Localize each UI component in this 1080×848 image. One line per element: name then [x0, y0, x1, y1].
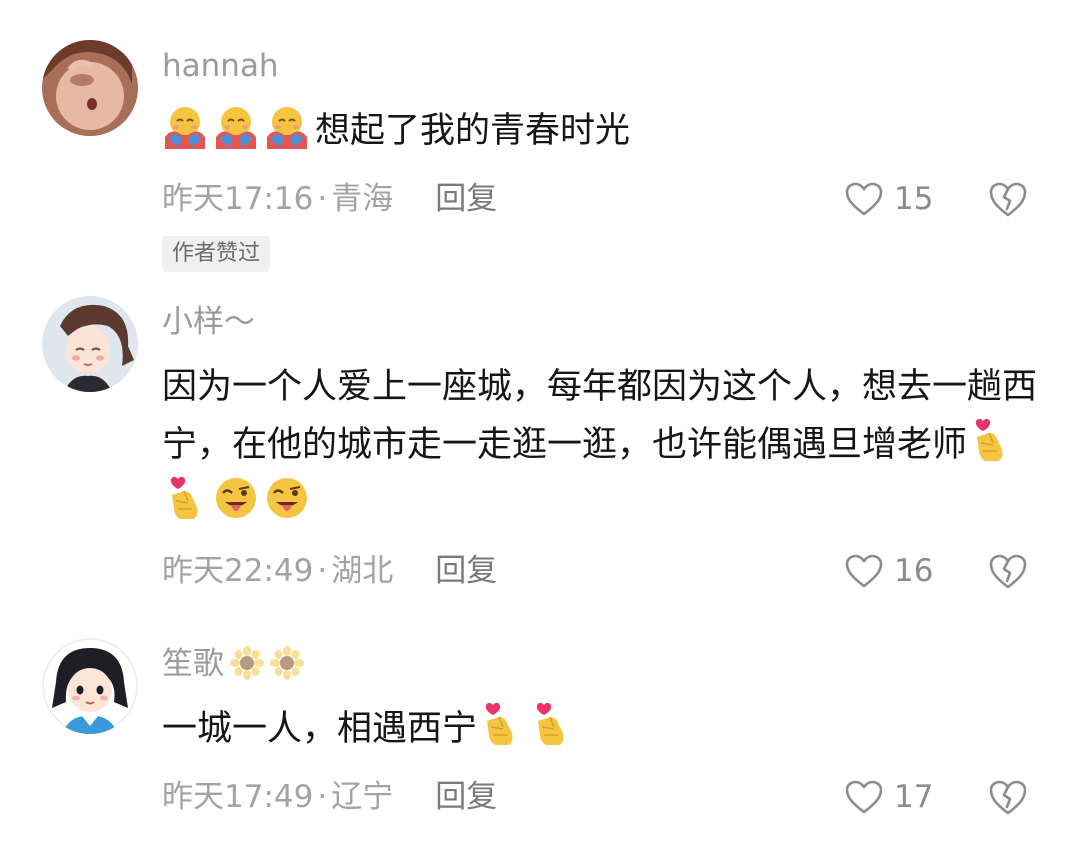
smiling-face-with-open-hands-icon [264, 103, 310, 149]
comment-body: 笙歌 一城一人，相遇西宁 昨天17:49 · 辽宁 回复 17 [162, 644, 1042, 822]
finger-heart-icon [528, 701, 574, 747]
location: 辽宁 [331, 779, 394, 815]
heart-icon [845, 182, 883, 216]
sunflower-icon [230, 646, 264, 680]
comment-body: 小样～ 因为一个人爱上一座城，每年都因为这个人，想去一趟西宁，在他的城市走一走逛… [162, 302, 1042, 596]
finger-heart-icon [162, 475, 208, 521]
comment-text: 一城一人，相遇西宁 [162, 700, 1042, 758]
comment-text-body: 因为一个人爱上一座城，每年都因为这个人，想去一趟西宁，在他的城市走一走逛一逛，也… [162, 367, 1038, 465]
heart-icon [845, 780, 883, 814]
avatar[interactable] [42, 296, 138, 392]
winking-face-with-tongue-icon [213, 475, 259, 521]
comment-body: hannah 想起了我的青春时光 昨天17:16 · 青海 回复 15 作者赞过 [162, 46, 1042, 272]
reply-button[interactable]: 回复 [435, 174, 497, 224]
username[interactable]: 笙歌 [162, 646, 224, 682]
comment-text: 想起了我的青春时光 [162, 102, 1042, 160]
broken-heart-icon [989, 554, 1027, 589]
sunflower-icon [270, 646, 304, 680]
location: 青海 [331, 181, 394, 217]
like-count: 15 [894, 181, 934, 217]
winking-face-with-tongue-icon [264, 475, 310, 521]
finger-heart-icon [477, 701, 523, 747]
like-count: 16 [894, 553, 934, 589]
meta-separator: · [317, 779, 328, 815]
reply-button[interactable]: 回复 [435, 546, 497, 596]
username[interactable]: hannah [162, 46, 1042, 86]
like-count: 17 [894, 779, 934, 815]
dislike-button[interactable] [988, 552, 1028, 590]
smiling-face-with-open-hands-icon [213, 103, 259, 149]
avatar[interactable] [42, 40, 138, 136]
broken-heart-icon [989, 780, 1027, 815]
timestamp: 昨天17:16 [162, 181, 314, 217]
comment-text: 因为一个人爱上一座城，每年都因为这个人，想去一趟西宁，在他的城市走一走逛一逛，也… [162, 358, 1042, 532]
meta-separator: · [317, 553, 328, 589]
comment-meta: 昨天17:16 · 青海 回复 15 [162, 174, 1042, 224]
like-button[interactable]: 16 [844, 546, 933, 596]
like-button[interactable]: 15 [844, 174, 933, 224]
broken-heart-icon [989, 182, 1027, 217]
like-button[interactable]: 17 [844, 772, 933, 822]
comment-meta: 昨天22:49 · 湖北 回复 16 [162, 546, 1042, 596]
comment-text-body: 一城一人，相遇西宁 [162, 709, 478, 749]
comment-text-body: 想起了我的青春时光 [315, 111, 631, 151]
meta-separator: · [317, 181, 328, 217]
comment-meta: 昨天17:49 · 辽宁 回复 17 [162, 772, 1042, 822]
reply-button[interactable]: 回复 [435, 772, 497, 822]
timestamp: 昨天17:49 [162, 779, 314, 815]
location: 湖北 [331, 553, 394, 589]
dislike-button[interactable] [988, 778, 1028, 816]
avatar[interactable] [42, 638, 138, 734]
heart-icon [845, 554, 883, 588]
comment-list: hannah 想起了我的青春时光 昨天17:16 · 青海 回复 15 作者赞过… [0, 0, 1080, 848]
author-liked-badge: 作者赞过 [162, 236, 271, 272]
username-row: 笙歌 [162, 644, 1042, 684]
smiling-face-with-open-hands-icon [162, 103, 208, 149]
finger-heart-icon [967, 417, 1013, 463]
dislike-button[interactable] [988, 180, 1028, 218]
timestamp: 昨天22:49 [162, 553, 314, 589]
username[interactable]: 小样～ [162, 302, 1042, 342]
